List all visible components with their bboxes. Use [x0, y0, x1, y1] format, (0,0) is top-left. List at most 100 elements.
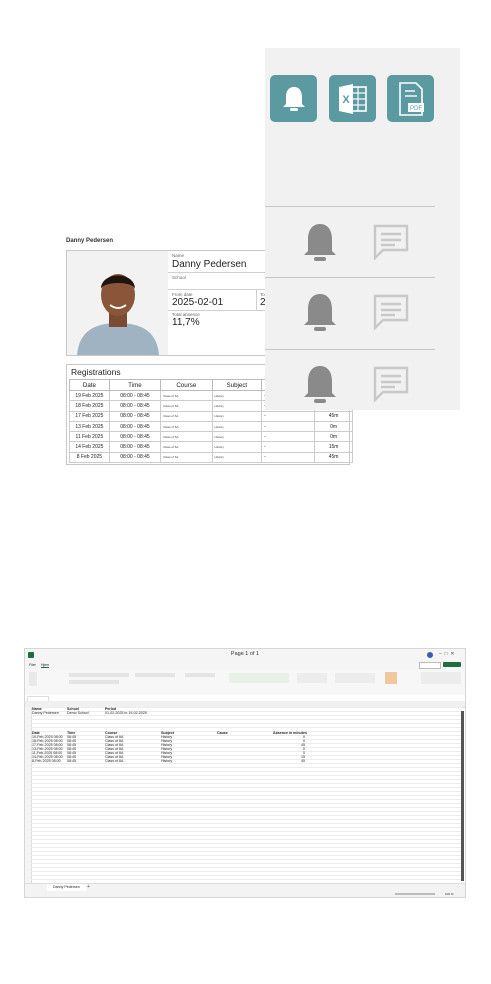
message-icon[interactable]: [373, 366, 409, 402]
registrations-title: Registrations: [71, 367, 121, 377]
from-date-value: 2025-02-01: [172, 297, 224, 308]
cell-course: Class of 6A: [160, 420, 213, 433]
cell-subject[interactable]: History: [161, 759, 172, 763]
cell-time[interactable]: 08:45: [67, 759, 76, 763]
cell-absence: 0m: [314, 420, 353, 433]
cell-date: 17 Feb 2025: [69, 410, 110, 422]
add-sheet-button[interactable]: +: [87, 884, 90, 890]
info-divider: [256, 289, 257, 310]
cell-absence: 45m: [314, 410, 353, 422]
cell-reason: -: [261, 441, 316, 453]
school-label: School: [172, 275, 186, 280]
cell-time: 08:00 - 08:45: [108, 441, 162, 453]
font-format-controls[interactable]: [69, 680, 119, 684]
cell-time: 08:00 - 08:45: [108, 400, 162, 412]
cell-date: 13 Feb 2025: [69, 420, 110, 433]
cell-course: Class of 6A: [160, 441, 213, 453]
cell-reason: -: [261, 451, 316, 464]
cell-course: Class of 6A: [160, 400, 213, 412]
cell-absence: 0m: [314, 431, 353, 443]
bell-icon[interactable]: [301, 364, 339, 406]
table-row: 13 Feb 2025 08:00 - 08:45 Class of 6A Histo…: [69, 420, 353, 433]
column-header: Course: [160, 379, 213, 391]
paste-button[interactable]: [29, 672, 37, 686]
table-row: 17 Feb 2025 08:00 - 08:45 Class of 6A Histo…: [69, 410, 353, 422]
comments-button[interactable]: [419, 662, 441, 669]
cell-time: 08:00 - 08:45: [108, 410, 162, 422]
absence-value: 11,7%: [172, 317, 200, 328]
cell-course: Class of 6A: [160, 451, 213, 464]
report-header-name: Danny Pedersen: [66, 238, 114, 244]
cell-subject: History: [211, 400, 263, 412]
cell-time: 08:00 - 08:45: [108, 451, 162, 464]
cell-date: 19 Feb 2025: [69, 389, 110, 402]
cell-date: 8 Feb 2025: [69, 451, 110, 464]
column-header: Time: [108, 379, 162, 391]
table-row: 8 Feb 2025 08:00 - 08:45 Class of 6A Histor…: [69, 451, 353, 464]
cell-subject: History: [211, 451, 263, 464]
font-controls[interactable]: [69, 673, 129, 677]
excel-icon: X: [338, 83, 367, 114]
cell-period-value[interactable]: 01-02-2025 to 19-02-2025: [105, 711, 147, 715]
alignment-controls[interactable]: [135, 673, 175, 677]
pdf-tools[interactable]: [421, 672, 461, 684]
notify-button[interactable]: [270, 75, 317, 122]
cell-subject: History: [211, 410, 263, 422]
status-bar: 100 %: [25, 891, 465, 897]
excel-window: Page 1 of 1 – □ ✕ Filer Hjem Name School…: [24, 648, 466, 898]
menu-home[interactable]: Hjem: [41, 663, 50, 668]
cell-date: 18 Feb 2025: [69, 400, 110, 412]
cell-course: Class of 6A: [160, 389, 213, 402]
cell-cause-header[interactable]: Cause: [217, 731, 228, 735]
cell-subject: History: [211, 441, 263, 453]
zoom-level: 100 %: [445, 892, 454, 896]
zoom-slider[interactable]: [395, 893, 435, 895]
vertical-scrollbar[interactable]: [461, 711, 464, 881]
cell-course: Class of 6A: [160, 410, 213, 422]
name-value: Danny Pedersen: [172, 259, 247, 270]
student-photo: [66, 250, 170, 356]
window-title: Page 1 of 1: [230, 651, 260, 657]
export-excel-button[interactable]: X: [329, 75, 376, 122]
name-label: Name: [172, 253, 185, 258]
window-controls[interactable]: – □ ✕: [439, 651, 455, 657]
addins-button[interactable]: [385, 672, 397, 684]
excel-ribbon: [25, 669, 465, 696]
pdf-icon: PDF: [398, 81, 424, 116]
editing-controls[interactable]: [335, 673, 375, 683]
export-pdf-button[interactable]: PDF: [387, 75, 434, 122]
cell-minutes[interactable]: 45: [293, 759, 305, 763]
table-row: 11 Feb 2025 08:00 - 08:45 Class of 6A Histo…: [69, 431, 353, 443]
row-divider: [265, 349, 435, 350]
bell-icon[interactable]: [301, 292, 339, 334]
cell-name-value[interactable]: Danny Pedersen: [32, 711, 59, 715]
excel-menu-bar: Filer Hjem: [25, 661, 465, 669]
cells-controls[interactable]: [297, 673, 327, 683]
pdf-tag: PDF: [410, 106, 422, 112]
spreadsheet-grid[interactable]: Name School Period Danny Pedersen Demo S…: [31, 707, 463, 883]
cell-time: 08:00 - 08:45: [108, 431, 162, 443]
cell-absence: 45m: [314, 451, 353, 464]
message-icon[interactable]: [373, 294, 409, 330]
column-header: Date: [69, 379, 110, 391]
bell-icon: [282, 86, 305, 111]
share-button[interactable]: [443, 662, 461, 667]
excel-letter: X: [342, 94, 350, 106]
cell-time: 08:00 - 08:45: [108, 420, 162, 433]
cell-course[interactable]: Class of 6A: [105, 759, 123, 763]
actions-panel: X PDF: [265, 48, 460, 410]
cell-subject: History: [211, 431, 263, 443]
message-icon[interactable]: [373, 224, 409, 260]
cell-date[interactable]: 8-Feb-2025 08:00: [32, 759, 61, 763]
cell-reason: -: [261, 410, 316, 422]
bell-icon[interactable]: [301, 222, 339, 264]
student-avatar: [67, 251, 169, 355]
styles-controls[interactable]: [229, 673, 289, 683]
cell-reason: -: [261, 431, 316, 443]
number-controls[interactable]: [185, 673, 215, 677]
menu-file[interactable]: Filer: [29, 663, 36, 667]
cell-date: 11 Feb 2025: [69, 431, 110, 443]
cell-school-value[interactable]: Demo School: [67, 711, 89, 715]
cell-reason: -: [261, 420, 316, 433]
avatar[interactable]: [427, 652, 433, 658]
